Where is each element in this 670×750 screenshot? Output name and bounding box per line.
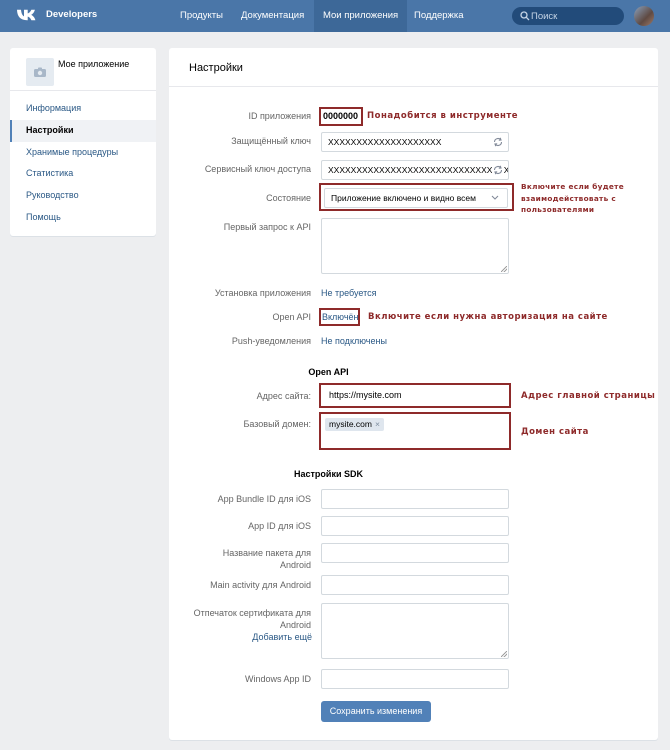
ios-bundle-label: App Bundle ID для iOS — [217, 494, 311, 504]
first-request-label: Первый запрос к API — [223, 222, 311, 232]
site-label: Адрес сайта: — [256, 391, 311, 401]
open-api-value-link[interactable]: Включён — [322, 312, 359, 322]
service-key-field[interactable]: XXXXXXXXXXXXXXXXXXXXXXXXXXXXXXXXXXXXXX — [321, 160, 509, 180]
ios-app-id-label: App ID для iOS — [248, 521, 311, 531]
sidebar-item-statistics[interactable]: Статистика — [10, 163, 156, 185]
push-value-link[interactable]: Не подключены — [321, 336, 387, 346]
settings-card: Настройки ID приложения 0000000 Понадоби… — [169, 48, 658, 740]
domain-note: Домен сайта — [521, 427, 589, 437]
chevron-down-icon — [491, 195, 499, 200]
save-button[interactable]: Сохранить изменения — [321, 701, 431, 722]
logo-text[interactable]: Developers — [46, 9, 97, 20]
secure-key-label: Защищённый ключ — [231, 136, 311, 146]
top-navigation-bar: Developers Продукты Документация Мои при… — [0, 0, 670, 32]
sidebar-divider — [10, 90, 156, 91]
sdk-section-title: Настройки SDK — [294, 469, 363, 479]
windows-app-id-input[interactable] — [321, 669, 509, 689]
app-id-note: Понадобится в инструменте — [367, 111, 519, 121]
state-label: Состояние — [266, 193, 311, 203]
domain-highlight: mysite.com × — [319, 412, 511, 450]
nav-products[interactable]: Продукты — [172, 0, 231, 32]
state-select[interactable]: Приложение включено и видно всем — [324, 188, 508, 208]
install-label: Установка приложения — [214, 288, 311, 298]
domain-chip: mysite.com × — [325, 418, 384, 431]
refresh-icon[interactable] — [492, 164, 504, 176]
camera-icon — [34, 67, 46, 77]
domain-label: Базовый домен: — [243, 419, 311, 429]
state-note: Включите если будете взаимодействовать с… — [521, 182, 624, 214]
ios-app-id-input[interactable] — [321, 516, 509, 536]
install-value-link[interactable]: Не требуется — [321, 288, 377, 298]
search-icon — [520, 11, 530, 21]
search-box[interactable] — [512, 7, 624, 25]
sidebar-item-help[interactable]: Помощь — [10, 207, 156, 229]
nav-docs[interactable]: Документация — [233, 0, 312, 32]
sidebar-item-info[interactable]: Информация — [10, 98, 156, 120]
android-cert-label: Отпечаток сертификата для Android — [193, 608, 311, 630]
title-divider — [169, 86, 658, 87]
secure-key-value: XXXXXXXXXXXXXXXXXXXX — [328, 137, 442, 147]
page-title: Настройки — [189, 62, 243, 74]
first-request-textarea[interactable] — [321, 218, 509, 274]
app-name: Мое приложение — [58, 59, 130, 69]
push-label: Push-уведомления — [231, 336, 311, 346]
vk-logo-icon[interactable] — [17, 8, 39, 24]
ios-bundle-input[interactable] — [321, 489, 509, 509]
android-package-label: Название пакета для Android — [222, 548, 311, 570]
user-avatar[interactable] — [634, 6, 654, 26]
nav-my-apps[interactable]: Мои приложения — [314, 0, 408, 32]
android-package-input[interactable] — [321, 543, 509, 563]
open-api-section-title: Open API — [308, 367, 349, 377]
site-input[interactable]: https://mysite.com — [323, 386, 507, 406]
site-note: Адрес главной страницы — [521, 391, 656, 401]
remove-chip-icon[interactable]: × — [375, 419, 380, 429]
site-input-value: https://mysite.com — [329, 390, 402, 400]
secure-key-field[interactable]: XXXXXXXXXXXXXXXXXXXX — [321, 132, 509, 152]
domain-chip-text: mysite.com — [329, 419, 372, 429]
app-id-label: ID приложения — [248, 111, 311, 121]
app-id-value: 0000000 — [323, 111, 359, 121]
windows-app-id-label: Windows App ID — [244, 674, 311, 684]
android-activity-input[interactable] — [321, 575, 509, 595]
android-activity-label: Main activity для Android — [210, 580, 311, 590]
app-thumbnail — [26, 58, 54, 86]
sidebar-item-stored-procedures[interactable]: Хранимые процедуры — [10, 142, 156, 164]
state-select-value: Приложение включено и видно всем — [331, 193, 476, 203]
sidebar-menu: Информация Настройки Хранимые процедуры … — [10, 98, 156, 229]
nav-support[interactable]: Поддержка — [406, 0, 472, 32]
sidebar-card: Мое приложение Информация Настройки Хран… — [10, 48, 156, 236]
open-api-label: Open API — [272, 312, 311, 322]
android-cert-textarea[interactable] — [321, 603, 509, 659]
add-more-link[interactable]: Добавить ещё — [189, 632, 312, 642]
open-api-note: Включите если нужна авторизация на сайте — [368, 312, 608, 322]
sidebar-item-settings[interactable]: Настройки — [10, 119, 156, 142]
refresh-icon[interactable] — [492, 136, 504, 148]
sidebar-item-guide[interactable]: Руководство — [10, 185, 156, 207]
service-key-label: Сервисный ключ доступа — [204, 164, 311, 174]
service-key-value: XXXXXXXXXXXXXXXXXXXXXXXXXXXXXXXXXXXXXX — [328, 165, 509, 175]
search-input[interactable] — [531, 7, 619, 25]
